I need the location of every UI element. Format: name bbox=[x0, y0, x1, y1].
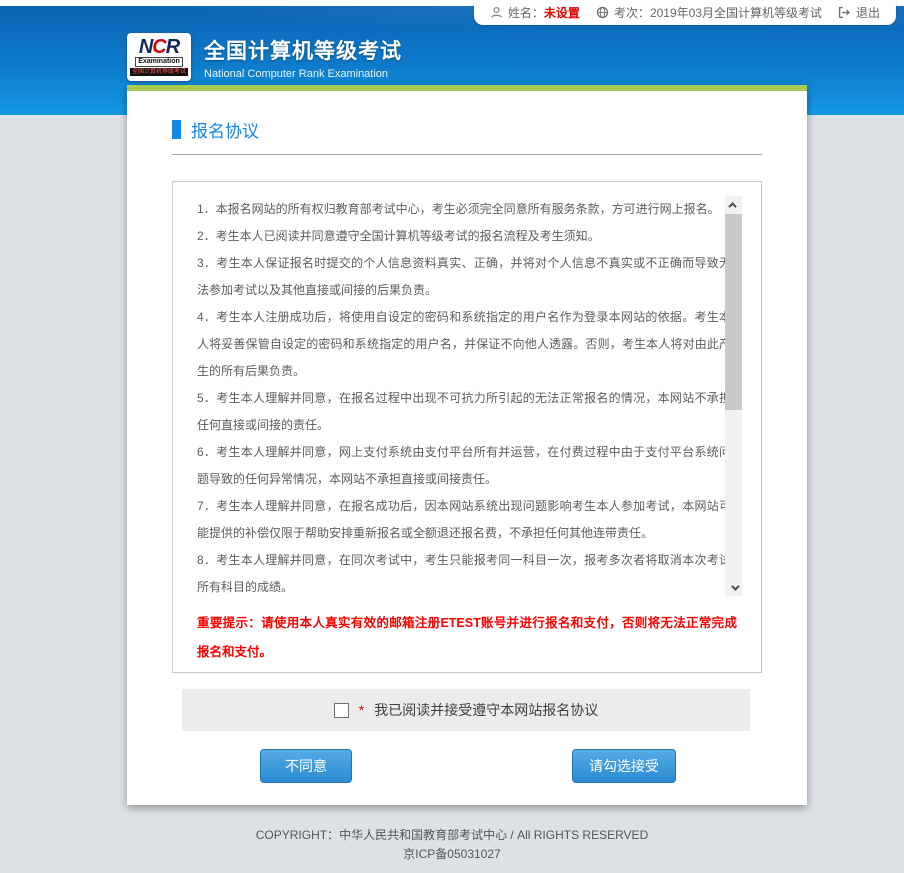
action-buttons: 不同意 请勾选接受 bbox=[260, 749, 676, 783]
disagree-button[interactable]: 不同意 bbox=[260, 749, 352, 783]
copyright-line: COPYRIGHT：中华人民共和国教育部考试中心 / All RIGHTS RE… bbox=[0, 826, 904, 845]
agreement-item-4: 4．考生本人注册成功后，将使用自设定的密码和系统指定的用户名作为登录本网站的依据… bbox=[197, 304, 731, 385]
scroll-up-icon[interactable] bbox=[725, 196, 742, 213]
logo-examination-text: Examination bbox=[135, 57, 183, 67]
session-label: 考次： bbox=[614, 4, 650, 21]
name-label: 姓名： bbox=[508, 4, 544, 21]
icp-line: 京ICP备05031027 bbox=[0, 845, 904, 864]
important-notice: 重要提示：请使用本人真实有效的邮箱注册ETEST账号并进行报名和支付，否则将无法… bbox=[197, 609, 737, 667]
consent-label[interactable]: 我已阅读并接受遵守本网站报名协议 bbox=[374, 700, 598, 720]
page-root: NCR Examination 全国计算机等级考试 全国计算机等级考试 Nati… bbox=[0, 0, 904, 873]
user-info-bar: 姓名： 未设置 考次： 2019年03月全国计算机等级考试 退出 bbox=[474, 0, 896, 25]
scroll-down-icon[interactable] bbox=[725, 579, 742, 596]
agreement-text[interactable]: 1．本报名网站的所有权归教育部考试中心，考生必须完全同意所有服务条款，方可进行网… bbox=[197, 196, 759, 596]
agreement-scrollbar[interactable] bbox=[725, 196, 742, 596]
content-card: 报名协议 1．本报名网站的所有权归教育部考试中心，考生必须完全同意所有服务条款，… bbox=[127, 85, 807, 805]
consent-bar: * 我已阅读并接受遵守本网站报名协议 bbox=[182, 689, 750, 731]
name-value: 未设置 bbox=[544, 4, 580, 21]
agreement-scroll-area: 1．本报名网站的所有权归教育部考试中心，考生必须完全同意所有服务条款，方可进行网… bbox=[197, 196, 759, 596]
agreement-checkbox[interactable] bbox=[334, 703, 349, 718]
agreement-item-5: 5．考生本人理解并同意，在报名过程中出现不可抗力所引起的无法正常报名的情况，本网… bbox=[197, 385, 731, 439]
agreement-item-2: 2．考生本人已阅读并同意遵守全国计算机等级考试的报名流程及考生须知。 bbox=[197, 223, 731, 250]
ncre-logo: NCR Examination 全国计算机等级考试 bbox=[127, 33, 191, 81]
site-title: 全国计算机等级考试 bbox=[204, 35, 402, 65]
logout-icon[interactable] bbox=[838, 6, 851, 19]
logo-strip-text: 全国计算机等级考试 bbox=[130, 68, 188, 76]
globe-icon bbox=[596, 6, 609, 19]
site-subtitle: National Computer Rank Examination bbox=[204, 68, 402, 80]
section-header: 报名协议 bbox=[172, 117, 762, 142]
agreement-item-1: 1．本报名网站的所有权归教育部考试中心，考生必须完全同意所有服务条款，方可进行网… bbox=[197, 196, 731, 223]
brand: NCR Examination 全国计算机等级考试 全国计算机等级考试 Nati… bbox=[127, 33, 402, 81]
section-divider bbox=[172, 154, 762, 155]
agreement-item-7: 7．考生本人理解并同意，在报名成功后，因本网站系统出现问题影响考生本人参加考试，… bbox=[197, 493, 731, 547]
logo-ncr-text: NCR bbox=[139, 39, 179, 56]
footer: COPYRIGHT：中华人民共和国教育部考试中心 / All RIGHTS RE… bbox=[0, 826, 904, 864]
required-asterisk: * bbox=[359, 702, 364, 718]
title-accent-bar bbox=[172, 120, 181, 139]
user-icon bbox=[490, 6, 503, 19]
accept-button[interactable]: 请勾选接受 bbox=[572, 749, 676, 783]
brand-text: 全国计算机等级考试 National Computer Rank Examina… bbox=[204, 35, 402, 80]
session-value: 2019年03月全国计算机等级考试 bbox=[650, 4, 822, 21]
page-title: 报名协议 bbox=[191, 117, 259, 142]
agreement-item-6: 6．考生本人理解并同意，网上支付系统由支付平台所有并运营，在付费过程中由于支付平… bbox=[197, 439, 731, 493]
agreement-item-3: 3．考生本人保证报名时提交的个人信息资料真实、正确，并将对个人信息不真实或不正确… bbox=[197, 250, 731, 304]
agreement-item-8: 8．考生本人理解并同意，在同次考试中，考生只能报考同一科目一次，报考多次者将取消… bbox=[197, 547, 731, 596]
logout-link[interactable]: 退出 bbox=[856, 4, 880, 21]
scrollbar-thumb[interactable] bbox=[725, 214, 742, 410]
agreement-box: 1．本报名网站的所有权归教育部考试中心，考生必须完全同意所有服务条款，方可进行网… bbox=[172, 181, 762, 673]
